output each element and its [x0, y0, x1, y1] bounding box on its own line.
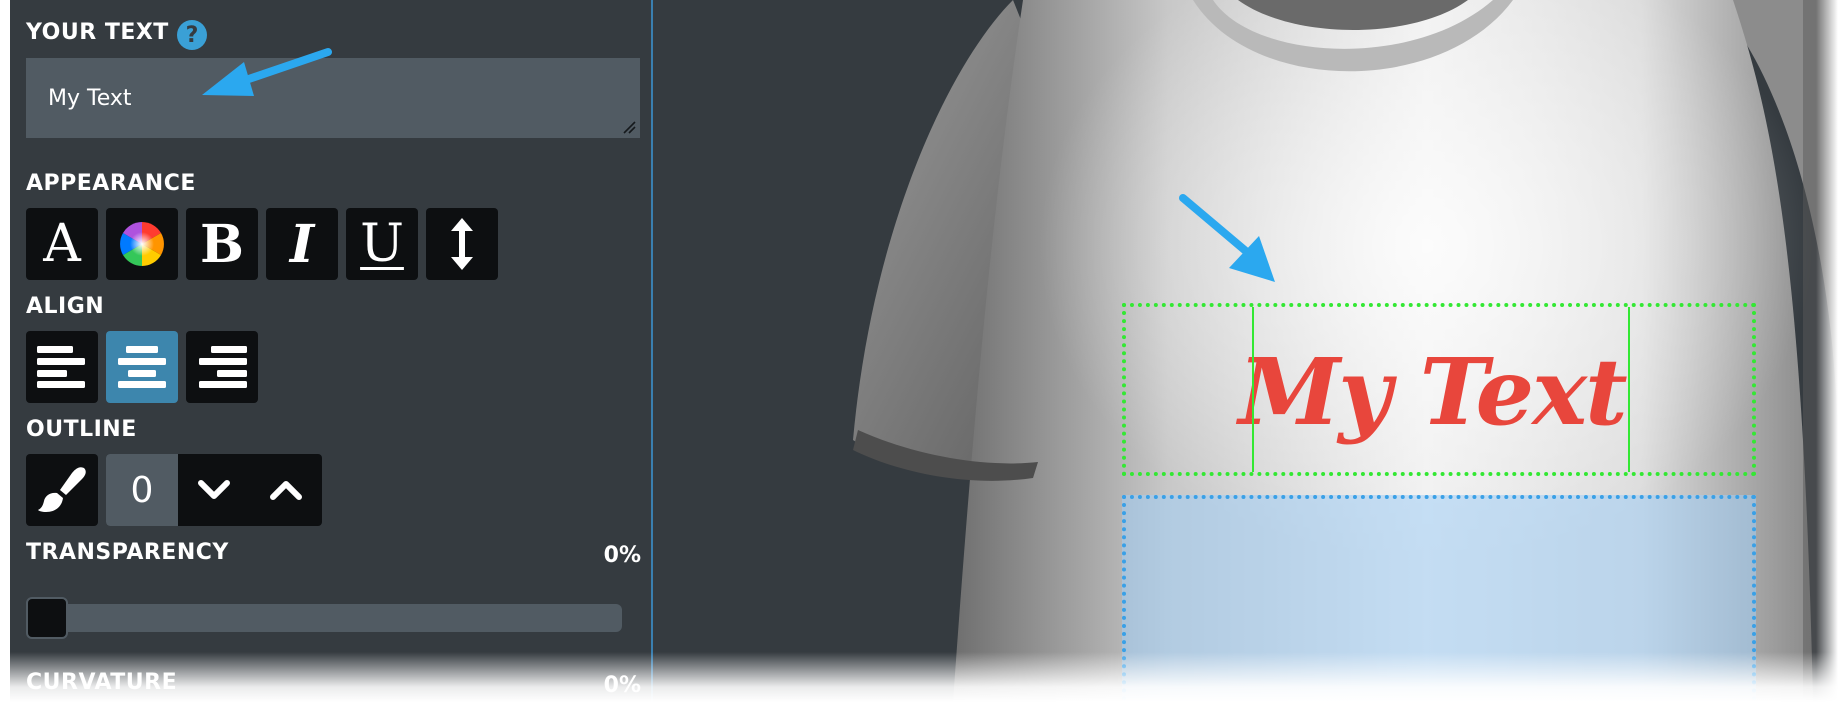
outline-value[interactable]: 0: [106, 454, 178, 526]
bold-button-label: B: [200, 213, 244, 275]
outline-increase-button[interactable]: [250, 454, 322, 526]
outline-stepper: 0: [106, 454, 322, 526]
annotation-arrow-icon: [1179, 194, 1275, 282]
underline-button-label: U: [360, 214, 404, 274]
underline-button[interactable]: U: [346, 208, 418, 280]
editor-frame: YOUR TEXT ? My Text APPEARANCE A B I U A…: [10, 0, 1838, 702]
outline-controls: 0: [26, 454, 322, 526]
text-box-guide-left: [1252, 307, 1254, 472]
text-selection-box[interactable]: [1122, 303, 1756, 476]
text-box-guide-right: [1628, 307, 1630, 472]
align-left-icon: [37, 346, 85, 388]
align-center-icon: [118, 346, 166, 388]
chevron-up-icon: [270, 481, 302, 500]
align-left-button[interactable]: [26, 331, 98, 403]
paintbrush-icon: [38, 467, 86, 512]
appearance-label: APPEARANCE: [26, 171, 196, 196]
color-button[interactable]: [106, 208, 178, 280]
transparency-label: TRANSPARENCY: [26, 540, 229, 565]
outline-brush-button[interactable]: [26, 454, 98, 526]
align-center-button[interactable]: [106, 331, 178, 403]
transparency-slider-track[interactable]: [26, 604, 622, 632]
annotation-arrow-icon: [202, 48, 332, 96]
vertical-arrows-icon: [451, 218, 473, 270]
print-area: [1122, 495, 1756, 702]
bold-button[interactable]: B: [186, 208, 258, 280]
color-wheel-icon: [120, 222, 164, 266]
text-input-value: My Text: [48, 85, 132, 111]
your-text-label: YOUR TEXT: [26, 20, 169, 45]
align-toolbar: [26, 331, 258, 403]
align-right-button[interactable]: [186, 331, 258, 403]
chevron-down-icon: [198, 480, 230, 499]
italic-button-label: I: [289, 213, 315, 275]
transparency-slider-thumb[interactable]: [26, 597, 68, 639]
align-right-icon: [199, 346, 247, 388]
transparency-value: 0%: [603, 543, 641, 568]
resize-grip-icon[interactable]: [622, 120, 636, 134]
text-settings-panel: YOUR TEXT ? My Text APPEARANCE A B I U A…: [10, 0, 651, 702]
curvature-value: 0%: [603, 673, 641, 698]
font-button[interactable]: A: [26, 208, 98, 280]
outline-label: OUTLINE: [26, 417, 137, 442]
align-label: ALIGN: [26, 294, 105, 319]
curvature-label: CURVATURE: [26, 670, 178, 695]
italic-button[interactable]: I: [266, 208, 338, 280]
font-button-label: A: [43, 214, 81, 274]
appearance-toolbar: A B I U: [26, 208, 498, 280]
line-height-button[interactable]: [426, 208, 498, 280]
outline-decrease-button[interactable]: [178, 454, 250, 526]
